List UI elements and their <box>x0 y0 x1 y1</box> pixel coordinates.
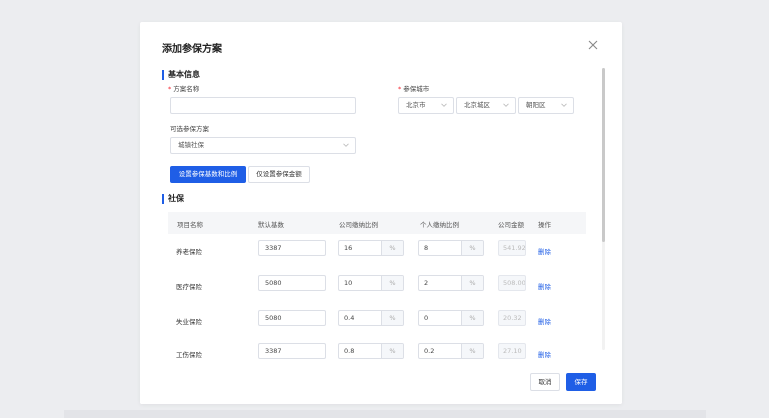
percent-unit: % <box>381 276 403 290</box>
company-ratio-value: 0.4 <box>344 314 355 322</box>
column-header-personal-ratio: 个人缴纳比例 <box>420 221 459 229</box>
province-select[interactable]: 北京市 <box>398 97 454 114</box>
chevron-down-icon <box>503 103 509 107</box>
company-ratio-input[interactable]: 0.8% <box>338 343 404 359</box>
company-ratio-value: 0.8 <box>344 347 355 355</box>
close-icon[interactable] <box>586 38 600 52</box>
city-label: * 参保城市 <box>398 83 429 93</box>
base-input[interactable]: 3387 <box>258 343 326 359</box>
column-header-name: 项目名称 <box>177 221 203 229</box>
percent-unit: % <box>461 344 483 358</box>
delete-link[interactable]: 删除 <box>538 349 551 359</box>
mode-amount-only-button[interactable]: 仅设置参保金额 <box>248 166 310 183</box>
cancel-button[interactable]: 取消 <box>530 373 560 391</box>
company-ratio-input[interactable]: 0.4% <box>338 310 404 326</box>
plan-name-label-text: 方案名称 <box>173 85 200 93</box>
company-amount-field: 20.32 <box>498 310 526 326</box>
company-amount-field: 508.00 <box>498 275 526 291</box>
chevron-down-icon <box>561 103 567 107</box>
city-select[interactable]: 北京城区 <box>456 97 516 114</box>
base-input[interactable]: 5080 <box>258 275 326 291</box>
percent-unit: % <box>381 241 403 255</box>
scrollbar-thumb[interactable] <box>602 68 605 242</box>
base-input[interactable]: 5080 <box>258 310 326 326</box>
required-mark: * <box>168 85 172 93</box>
personal-ratio-input[interactable]: 2% <box>418 275 484 291</box>
personal-ratio-input[interactable]: 0% <box>418 310 484 326</box>
company-amount-field: 541.92 <box>498 240 526 256</box>
percent-unit: % <box>381 311 403 325</box>
save-button[interactable]: 保存 <box>566 373 596 391</box>
city-label-text: 参保城市 <box>403 85 430 93</box>
row-name: 失业保险 <box>176 318 202 326</box>
company-ratio-input[interactable]: 10% <box>338 275 404 291</box>
optional-plan-label: 可选参保方案 <box>170 125 209 133</box>
personal-ratio-value: 0 <box>424 314 429 322</box>
table-header: 项目名称 默认基数 公司缴纳比例 个人缴纳比例 公司金额 操作 <box>168 212 586 234</box>
column-header-company-ratio: 公司缴纳比例 <box>339 221 378 229</box>
row-name: 养老保险 <box>176 248 202 256</box>
delete-link[interactable]: 删除 <box>538 281 551 291</box>
percent-unit: % <box>461 241 483 255</box>
company-ratio-value: 10 <box>344 279 353 287</box>
column-header-company-amount: 公司金额 <box>498 221 524 229</box>
province-value: 北京市 <box>406 101 426 109</box>
optional-plan-select[interactable]: 城镇社保 <box>170 137 356 154</box>
background-strip <box>64 410 706 418</box>
add-plan-dialog: 添加参保方案 基本信息 * 方案名称 * 参保城市 北京市 北京城区 朝阳区 可选参… <box>140 22 622 404</box>
percent-unit: % <box>381 344 403 358</box>
percent-unit: % <box>461 276 483 290</box>
chevron-down-icon <box>441 103 447 107</box>
row-name: 工伤保险 <box>176 351 202 359</box>
plan-name-input[interactable] <box>170 97 356 114</box>
chevron-down-icon <box>343 143 349 147</box>
city-value: 北京城区 <box>464 101 490 109</box>
company-ratio-input[interactable]: 16% <box>338 240 404 256</box>
district-select[interactable]: 朝阳区 <box>518 97 574 114</box>
district-value: 朝阳区 <box>526 101 546 109</box>
section-title-social: 社保 <box>162 194 184 204</box>
company-amount-field: 27.10 <box>498 343 526 359</box>
section-title-basic-info: 基本信息 <box>162 70 200 80</box>
personal-ratio-value: 0.2 <box>424 347 435 355</box>
personal-ratio-value: 2 <box>424 279 429 287</box>
column-header-action: 操作 <box>538 221 551 229</box>
base-input[interactable]: 3387 <box>258 240 326 256</box>
optional-plan-value: 城镇社保 <box>178 141 204 149</box>
mode-base-and-ratio-button[interactable]: 设置参保基数和比例 <box>170 166 246 183</box>
required-mark: * <box>398 85 402 93</box>
percent-unit: % <box>461 311 483 325</box>
row-name: 医疗保险 <box>176 283 202 291</box>
delete-link[interactable]: 删除 <box>538 316 551 326</box>
delete-link[interactable]: 删除 <box>538 246 551 256</box>
dialog-title: 添加参保方案 <box>162 44 222 55</box>
personal-ratio-value: 8 <box>424 244 429 252</box>
column-header-base: 默认基数 <box>258 221 284 229</box>
personal-ratio-input[interactable]: 0.2% <box>418 343 484 359</box>
personal-ratio-input[interactable]: 8% <box>418 240 484 256</box>
plan-name-label: * 方案名称 <box>168 83 199 93</box>
company-ratio-value: 16 <box>344 244 353 252</box>
